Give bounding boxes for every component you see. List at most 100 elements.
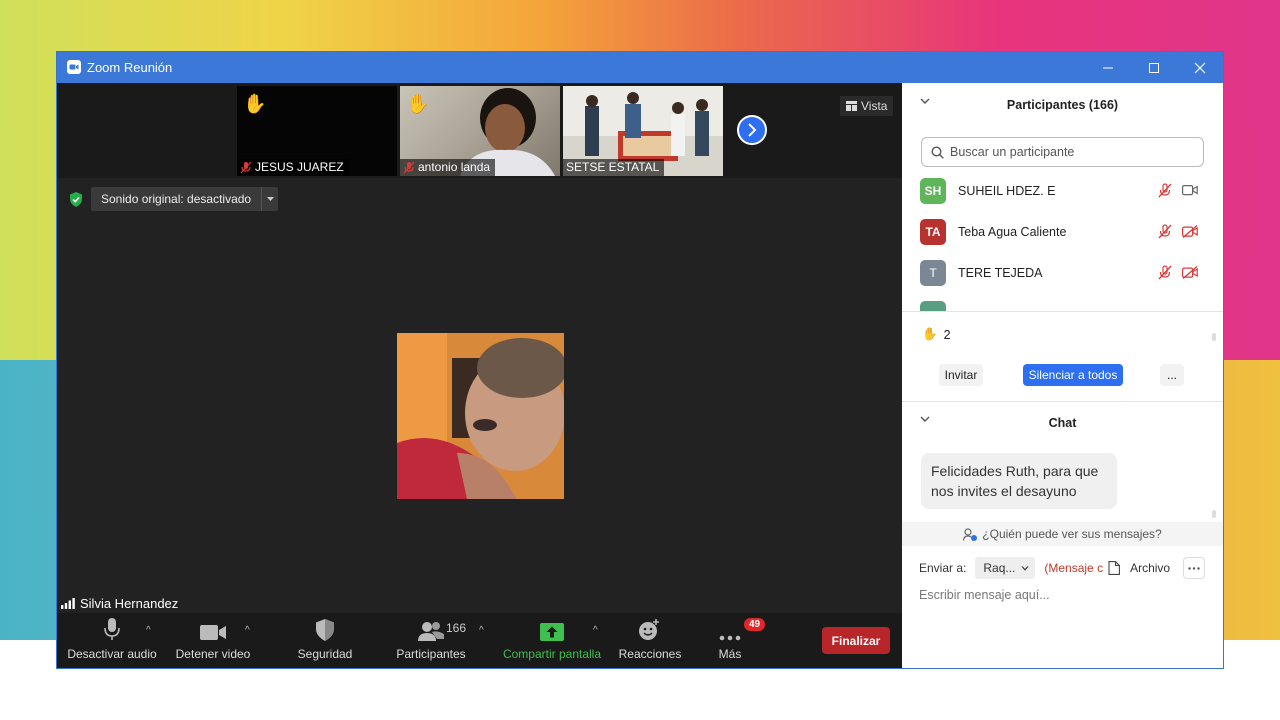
video-off-icon — [1182, 266, 1198, 279]
raised-hands-count: 2 — [943, 327, 951, 342]
shield-icon — [316, 619, 334, 641]
participants-scrollbar[interactable] — [1212, 333, 1216, 341]
thumbnail-jesus-juarez[interactable]: ✋ JESUS JUAREZ — [237, 86, 397, 176]
minimize-button[interactable] — [1085, 52, 1131, 83]
active-speaker-video — [397, 333, 564, 499]
share-screen-button[interactable]: Compartir pantalla — [501, 613, 603, 668]
divider — [902, 311, 1223, 312]
who-can-see-link[interactable]: ¿Quién puede ver sus mensajes? — [902, 522, 1223, 546]
title-bar: Zoom Reunión — [57, 52, 1223, 83]
participants-more-button[interactable]: ... — [1160, 364, 1184, 386]
mute-label: Desactivar audio — [67, 647, 157, 661]
participants-options-caret[interactable]: ^ — [479, 625, 484, 636]
video-camera-icon — [1182, 185, 1198, 196]
thumbnail-setse-estatal[interactable]: SETSE ESTATAL — [563, 86, 723, 176]
original-sound-label: Sonido original: desactivado — [101, 192, 252, 206]
thumbnail-name: antonio landa — [418, 160, 491, 174]
participant-name: SUHEIL HDEZ. E — [958, 184, 1056, 198]
muted-mic-icon — [1158, 183, 1172, 198]
thumbnail-strip: ✋ JESUS JUAREZ ✋ antonio landa SETSE EST… — [57, 83, 902, 178]
participants-icon — [418, 622, 444, 641]
participants-title: Participantes (166) — [1006, 98, 1119, 112]
participant-search-input[interactable]: Buscar un participante — [921, 137, 1204, 167]
notification-badge: 49 — [744, 618, 766, 631]
participant-list: SH SUHEIL HDEZ. E TA Teba Agua Caliente … — [902, 173, 1223, 311]
chevron-down-icon[interactable] — [920, 416, 930, 423]
minimize-icon — [1103, 67, 1113, 68]
participants-label: Participantes — [396, 647, 466, 661]
stop-video-label: Detener video — [175, 647, 251, 661]
avatar — [920, 301, 946, 311]
participant-row-partial[interactable] — [920, 299, 1210, 311]
chevron-down-icon[interactable] — [920, 98, 930, 105]
muted-mic-icon — [403, 161, 415, 174]
close-button[interactable] — [1177, 52, 1223, 83]
search-icon — [931, 145, 944, 159]
participants-header: Participantes (166) — [902, 83, 1223, 127]
close-icon — [1194, 62, 1206, 73]
participant-row[interactable]: TA Teba Agua Caliente — [920, 217, 1210, 247]
who-can-see-label: ¿Quién puede ver sus mensajes? — [982, 527, 1162, 541]
raised-hand-icon: ✋ — [922, 327, 938, 341]
shield-check-icon — [70, 191, 82, 207]
grid-icon — [846, 101, 857, 111]
microphone-icon — [104, 618, 120, 640]
avatar: SH — [920, 178, 946, 204]
zoom-icon — [67, 60, 81, 74]
private-message-hint: (Mensaje c — [1044, 561, 1104, 575]
maximize-button[interactable] — [1131, 52, 1177, 83]
caret-down-icon — [266, 196, 274, 201]
participant-row[interactable]: SH SUHEIL HDEZ. E — [920, 176, 1210, 206]
invite-button[interactable]: Invitar — [939, 364, 983, 386]
original-sound-dropdown[interactable] — [261, 187, 278, 211]
reactions-label: Reacciones — [618, 647, 682, 661]
participant-row[interactable]: T TERE TEJEDA — [920, 258, 1210, 288]
stop-video-button[interactable]: Detener video — [174, 613, 252, 668]
end-meeting-button[interactable]: Finalizar — [822, 627, 890, 654]
chevron-right-icon — [748, 123, 757, 137]
chat-header: Chat — [902, 401, 1223, 445]
maximize-icon — [1149, 62, 1159, 73]
share-screen-label: Compartir pantalla — [502, 647, 602, 661]
share-options-caret[interactable]: ^ — [593, 625, 598, 636]
muted-mic-icon — [1158, 224, 1172, 239]
chat-scrollbar[interactable] — [1212, 510, 1216, 518]
chat-message: Felicidades Ruth, para que nos invites e… — [921, 453, 1117, 509]
recipient-select[interactable]: Raq... — [975, 557, 1036, 579]
person-info-icon — [963, 527, 978, 541]
raised-hands-summary: ✋ 2 — [922, 327, 951, 342]
next-page-button[interactable] — [737, 115, 767, 145]
muted-mic-icon — [240, 161, 252, 174]
avatar: TA — [920, 219, 946, 245]
mute-all-button[interactable]: Silenciar a todos — [1023, 364, 1123, 386]
audio-options-caret[interactable]: ^ — [146, 625, 151, 636]
active-speaker-name: Silvia Hernandez — [80, 596, 179, 611]
original-sound-toggle[interactable]: Sonido original: desactivado — [91, 187, 279, 211]
participants-count: 166 — [446, 621, 467, 635]
thumbnail-antonio-landa[interactable]: ✋ antonio landa — [400, 86, 560, 176]
chat-message-input[interactable]: Escribir mensaje aquí... — [919, 588, 1050, 602]
side-panel: Participantes (166) Buscar un participan… — [902, 83, 1223, 668]
video-area: ✋ JESUS JUAREZ ✋ antonio landa SETSE EST… — [57, 83, 902, 668]
raised-hand-icon: ✋ — [406, 94, 430, 115]
active-speaker-label: Silvia Hernandez — [61, 596, 178, 611]
file-icon — [1108, 561, 1121, 575]
mute-button[interactable]: Desactivar audio — [67, 613, 157, 668]
signal-icon — [61, 598, 75, 609]
search-placeholder: Buscar un participante — [950, 145, 1075, 159]
view-button[interactable]: Vista — [840, 96, 894, 116]
thumbnail-name: SETSE ESTATAL — [566, 160, 660, 174]
raised-hand-icon: ✋ — [243, 94, 267, 115]
more-dots-icon — [1188, 566, 1200, 570]
video-options-caret[interactable]: ^ — [245, 625, 250, 636]
participant-name: Teba Agua Caliente — [958, 225, 1067, 239]
security-button[interactable]: Seguridad — [293, 613, 357, 668]
file-button[interactable]: Archivo — [1130, 561, 1170, 575]
original-sound-control: Sonido original: desactivado — [69, 187, 279, 211]
meeting-toolbar: Desactivar audio ^ Detener video ^ Segur… — [57, 613, 902, 668]
chat-more-button[interactable] — [1183, 557, 1205, 579]
more-label: Más — [718, 647, 742, 661]
reactions-button[interactable]: Reacciones — [617, 613, 683, 668]
chat-title: Chat — [1048, 416, 1077, 430]
chevron-down-icon — [1021, 565, 1029, 571]
